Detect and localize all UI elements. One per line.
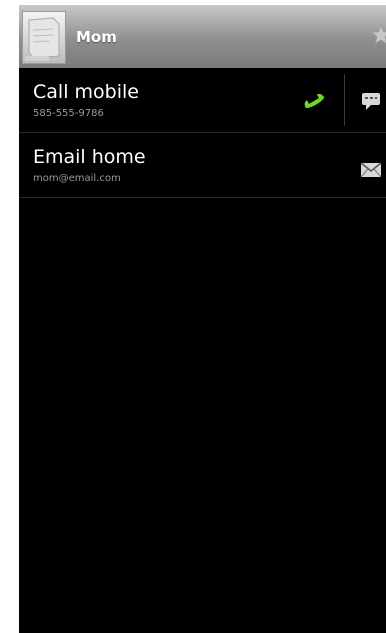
phone-number: 585-555-9786 [33, 108, 104, 119]
call-mobile-row[interactable]: Call mobile 585-555-9786 [19, 68, 386, 133]
avatar-icon [25, 17, 60, 61]
row-divider [344, 74, 345, 126]
email-address: mom@email.com [33, 173, 121, 184]
contact-name: Mom [76, 28, 117, 46]
email-home-label: Email home [33, 146, 146, 168]
contact-detail-screen: Mom Call mobile 585-555-9786 Email home … [19, 5, 386, 633]
star-icon[interactable] [369, 23, 386, 47]
phone-icon[interactable] [301, 88, 327, 114]
call-mobile-label: Call mobile [33, 81, 139, 103]
email-home-row[interactable]: Email home mom@email.com [19, 133, 386, 198]
envelope-icon[interactable] [360, 162, 382, 178]
contact-header: Mom [19, 5, 386, 68]
contact-photo[interactable] [22, 11, 66, 64]
message-icon[interactable] [360, 91, 382, 111]
